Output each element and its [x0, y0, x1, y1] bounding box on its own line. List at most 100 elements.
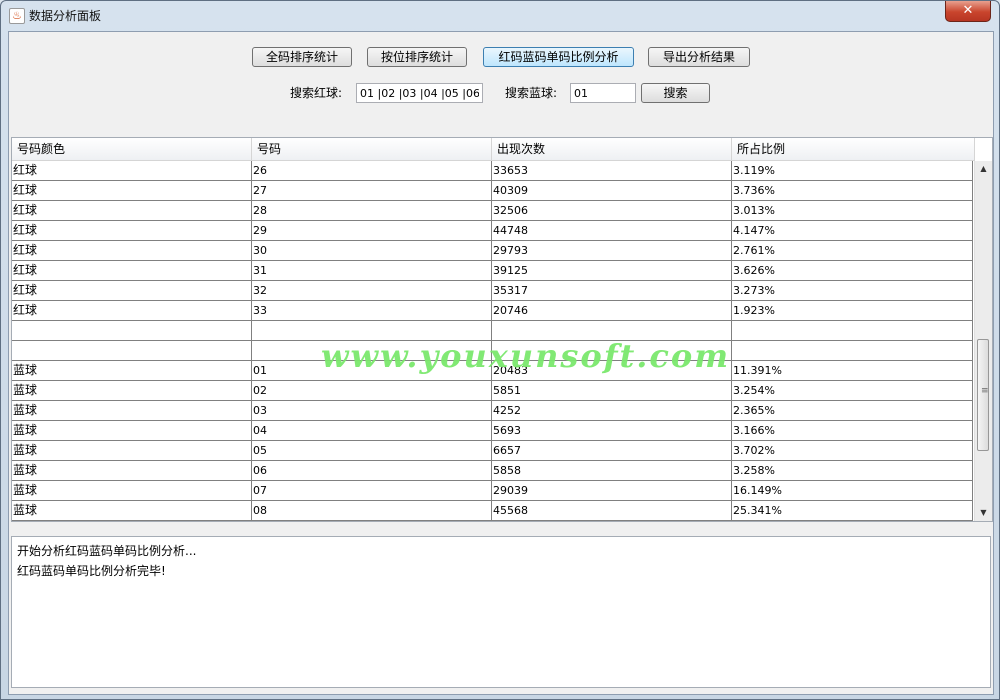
- cell-ratio: 11.391%: [732, 361, 973, 380]
- cell-number: 28: [252, 201, 492, 220]
- cell-color: 红球: [12, 221, 252, 240]
- cell-color: 红球: [12, 161, 252, 180]
- log-output-area[interactable]: 开始分析红码蓝码单码比例分析... 红码蓝码单码比例分析完毕!: [11, 536, 991, 688]
- cell-color: 蓝球: [12, 421, 252, 440]
- scroll-thumb[interactable]: ≡: [977, 339, 989, 451]
- cell-color: 蓝球: [12, 361, 252, 380]
- cell-number: 27: [252, 181, 492, 200]
- table-row[interactable]: 蓝球 07 29039 16.149%: [12, 481, 973, 501]
- cell-count: 29793: [492, 241, 732, 260]
- table-row[interactable]: 红球 28 32506 3.013%: [12, 201, 973, 221]
- cell-ratio: 3.258%: [732, 461, 973, 480]
- search-blue-input[interactable]: [570, 83, 636, 103]
- cell-number: 02: [252, 381, 492, 400]
- table-row[interactable]: 蓝球 03 4252 2.365%: [12, 401, 973, 421]
- table-row[interactable]: 蓝球 05 6657 3.702%: [12, 441, 973, 461]
- cell-count: 5858: [492, 461, 732, 480]
- log-line: 开始分析红码蓝码单码比例分析...: [17, 544, 197, 558]
- cell-ratio: 3.119%: [732, 161, 973, 180]
- cell-count: 5851: [492, 381, 732, 400]
- cell-color: 红球: [12, 201, 252, 220]
- search-red-input[interactable]: [356, 83, 483, 103]
- cell-count: 33653: [492, 161, 732, 180]
- table-row[interactable]: 红球 31 39125 3.626%: [12, 261, 973, 281]
- cell-count: 29039: [492, 481, 732, 500]
- results-table[interactable]: 号码颜色 号码 出现次数 所占比例 红球 26 33653 3.119% 红球 27 403…: [11, 137, 993, 522]
- cell-count: 45568: [492, 501, 732, 520]
- grip-icon: ≡: [981, 386, 989, 396]
- cell-count: 35317: [492, 281, 732, 300]
- cell-count: 44748: [492, 221, 732, 240]
- close-button[interactable]: ✕: [945, 1, 991, 22]
- cell-color: 红球: [12, 261, 252, 280]
- cell-count: 4252: [492, 401, 732, 420]
- app-window: ♨ 数据分析面板 ✕ 全码排序统计 按位排序统计 红码蓝码单码比例分析 导出分析…: [0, 0, 1000, 700]
- cell-count: 20746: [492, 301, 732, 320]
- cell-ratio: 25.341%: [732, 501, 973, 520]
- cell-ratio: 16.149%: [732, 481, 973, 500]
- column-header-ratio[interactable]: 所占比例: [732, 138, 975, 160]
- cell-ratio: [732, 341, 973, 360]
- cell-ratio: 2.761%: [732, 241, 973, 260]
- java-app-icon: ♨: [9, 8, 25, 24]
- search-button[interactable]: 搜索: [641, 83, 710, 103]
- red-blue-ratio-analysis-button[interactable]: 红码蓝码单码比例分析: [483, 47, 634, 67]
- table-row[interactable]: 红球 27 40309 3.736%: [12, 181, 973, 201]
- cell-ratio: 3.254%: [732, 381, 973, 400]
- cell-count: 39125: [492, 261, 732, 280]
- cell-count: 5693: [492, 421, 732, 440]
- table-header: 号码颜色 号码 出现次数 所占比例: [12, 138, 975, 161]
- title-bar[interactable]: ♨ 数据分析面板 ✕: [1, 1, 999, 29]
- full-sort-stats-button[interactable]: 全码排序统计: [252, 47, 352, 67]
- search-blue-label: 搜索蓝球:: [505, 86, 558, 100]
- cell-count: 6657: [492, 441, 732, 460]
- cell-ratio: 1.923%: [732, 301, 973, 320]
- cell-ratio: 4.147%: [732, 221, 973, 240]
- cell-ratio: 3.626%: [732, 261, 973, 280]
- cell-color: 蓝球: [12, 481, 252, 500]
- cell-color: 红球: [12, 241, 252, 260]
- scroll-up-arrow-icon[interactable]: ▲: [975, 161, 992, 177]
- cell-color: 蓝球: [12, 401, 252, 420]
- table-row[interactable]: 蓝球 02 5851 3.254%: [12, 381, 973, 401]
- cell-number: 08: [252, 501, 492, 520]
- cell-color: 蓝球: [12, 441, 252, 460]
- position-sort-stats-button[interactable]: 按位排序统计: [367, 47, 467, 67]
- cell-ratio: 3.273%: [732, 281, 973, 300]
- table-row[interactable]: 红球 30 29793 2.761%: [12, 241, 973, 261]
- cell-number: 29: [252, 221, 492, 240]
- cell-number: 26: [252, 161, 492, 180]
- column-header-count[interactable]: 出现次数: [492, 138, 732, 160]
- cell-number: 05: [252, 441, 492, 460]
- cell-number: 04: [252, 421, 492, 440]
- table-row[interactable]: 蓝球 08 45568 25.341%: [12, 501, 973, 521]
- table-row[interactable]: 红球 29 44748 4.147%: [12, 221, 973, 241]
- cell-color: 红球: [12, 301, 252, 320]
- cell-ratio: [732, 321, 973, 340]
- cell-color: 蓝球: [12, 461, 252, 480]
- cell-color: [12, 341, 252, 360]
- scroll-down-arrow-icon[interactable]: ▼: [975, 505, 992, 521]
- table-row[interactable]: 红球 26 33653 3.119%: [12, 161, 973, 181]
- cell-ratio: 3.736%: [732, 181, 973, 200]
- cell-number: 31: [252, 261, 492, 280]
- column-header-number[interactable]: 号码: [252, 138, 492, 160]
- cell-ratio: 3.013%: [732, 201, 973, 220]
- watermark-text: www.youxunsoft.com: [321, 337, 731, 375]
- cell-number: 30: [252, 241, 492, 260]
- cell-number: 07: [252, 481, 492, 500]
- search-red-label: 搜索红球:: [290, 86, 343, 100]
- table-row[interactable]: 蓝球 06 5858 3.258%: [12, 461, 973, 481]
- cell-number: 33: [252, 301, 492, 320]
- table-row[interactable]: 红球 33 20746 1.923%: [12, 301, 973, 321]
- cell-number: 06: [252, 461, 492, 480]
- cell-color: 蓝球: [12, 381, 252, 400]
- log-line: 红码蓝码单码比例分析完毕!: [17, 564, 166, 578]
- column-header-color[interactable]: 号码颜色: [12, 138, 252, 160]
- table-vertical-scrollbar[interactable]: ▲ ≡ ▼: [974, 161, 992, 521]
- cell-ratio: 3.166%: [732, 421, 973, 440]
- cell-color: 蓝球: [12, 501, 252, 520]
- table-row[interactable]: 蓝球 04 5693 3.166%: [12, 421, 973, 441]
- table-row[interactable]: 红球 32 35317 3.273%: [12, 281, 973, 301]
- export-results-button[interactable]: 导出分析结果: [648, 47, 750, 67]
